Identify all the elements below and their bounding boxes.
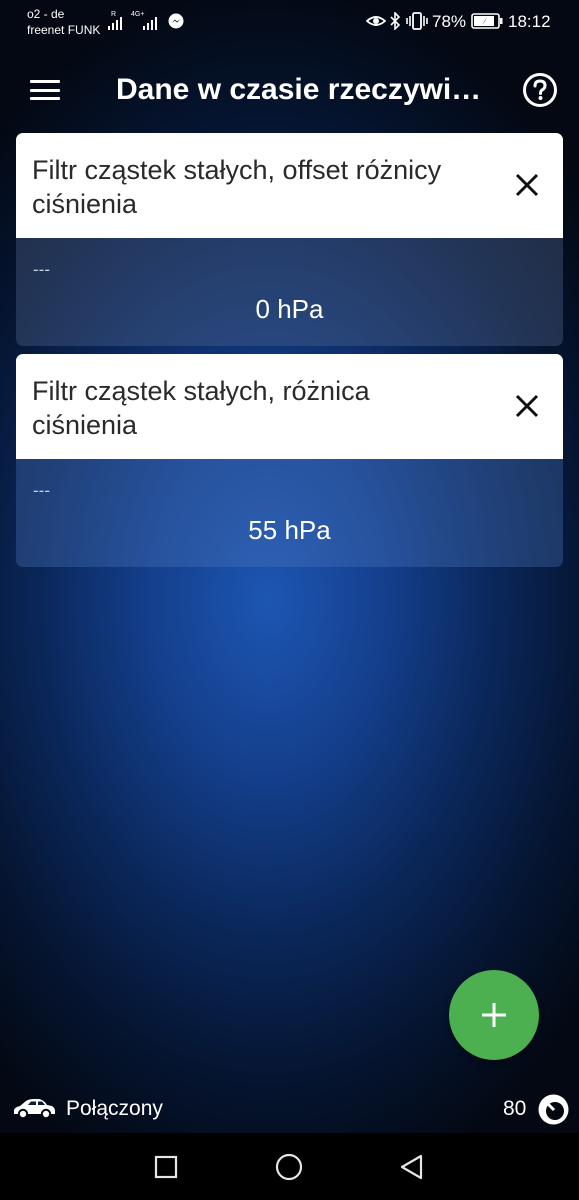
card-value: 0 hPa — [255, 294, 324, 324]
back-triangle-icon[interactable] — [399, 1154, 425, 1180]
card-value: 55 hPa — [248, 515, 331, 545]
card-subtitle: --- — [33, 260, 50, 279]
battery-icon — [471, 13, 503, 29]
card-header: Filtr cząstek stałych, różnica ciśnienia — [16, 354, 563, 459]
eye-icon — [366, 16, 386, 26]
clock: 18:12 — [508, 12, 551, 31]
add-button[interactable] — [449, 970, 539, 1060]
status-bar: o2 - de freenet FUNK R 4G+ 78% 18:12 — [0, 0, 579, 44]
close-icon[interactable] — [512, 170, 542, 200]
card-body: --- 0 hPa — [16, 238, 563, 346]
card-title: Filtr cząstek stałych, różnica ciśnienia — [32, 376, 370, 440]
roaming-label: R — [111, 11, 117, 18]
vibrate-icon — [406, 12, 428, 30]
carrier-info: o2 - de freenet FUNK — [27, 6, 100, 38]
connection-label: Połączony — [66, 1097, 163, 1120]
live-data-card: Filtr cząstek stałych, różnica ciśnienia… — [16, 354, 563, 567]
carrier-line-2: freenet FUNK — [27, 23, 101, 37]
help-icon[interactable] — [522, 72, 558, 108]
live-data-card: Filtr cząstek stałych, offset różnicy ci… — [16, 133, 563, 346]
battery-percent: 78% — [432, 12, 467, 31]
card-body: --- 55 hPa — [16, 459, 563, 567]
card-header: Filtr cząstek stałych, offset różnicy ci… — [16, 133, 563, 238]
recents-square-icon[interactable] — [154, 1155, 178, 1179]
close-icon[interactable] — [512, 391, 542, 421]
system-nav-bar — [0, 1133, 579, 1200]
menu-icon[interactable] — [30, 80, 60, 100]
connection-status: Połączony 80 — [0, 1088, 579, 1132]
card-subtitle: --- — [33, 481, 50, 500]
plus-icon — [482, 1003, 506, 1027]
network-type-label: 4G+ — [131, 11, 145, 18]
messenger-icon — [168, 13, 184, 29]
carrier-line-1: o2 - de — [27, 7, 65, 21]
page-title: Dane w czasie rzeczywi… — [116, 73, 482, 106]
connection-count: 80 — [503, 1097, 527, 1120]
card-title: Filtr cząstek stałych, offset różnicy ci… — [32, 155, 442, 219]
speed-icon — [538, 1094, 569, 1125]
app-bar: Dane w czasie rzeczywi… — [0, 56, 579, 124]
home-circle-icon[interactable] — [275, 1153, 303, 1181]
bluetooth-icon — [390, 12, 401, 30]
car-icon — [14, 1099, 55, 1120]
